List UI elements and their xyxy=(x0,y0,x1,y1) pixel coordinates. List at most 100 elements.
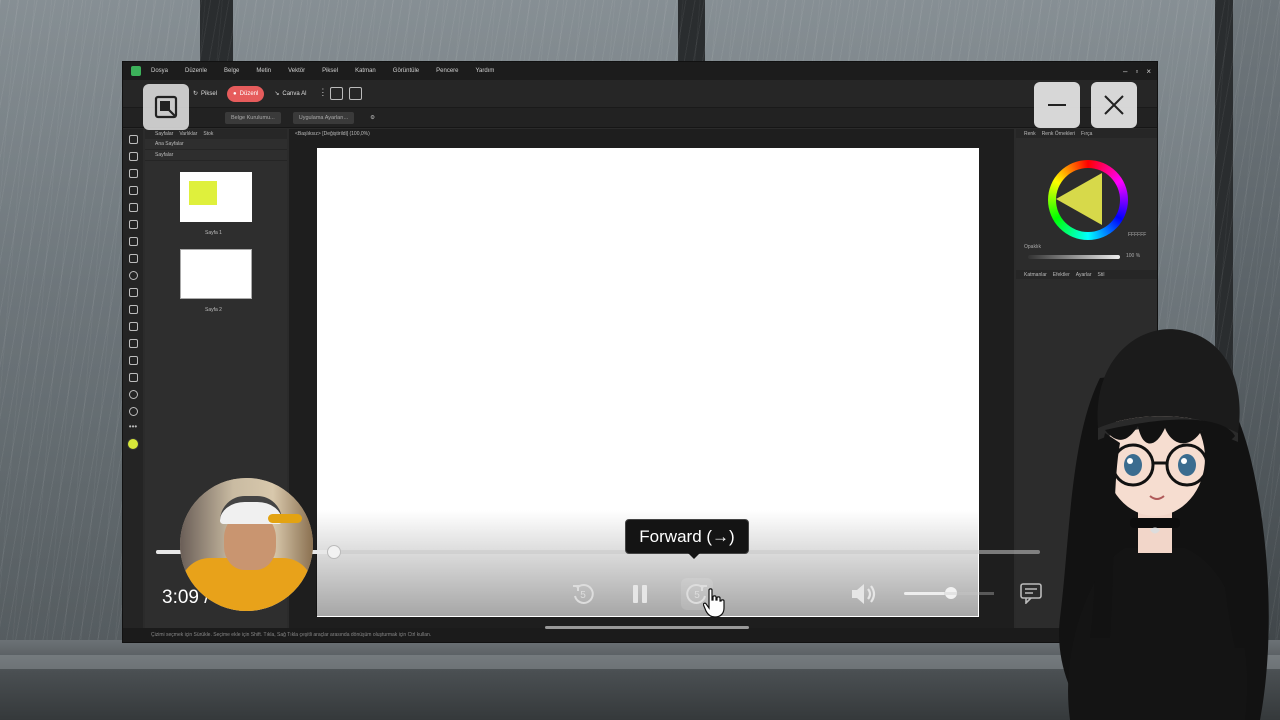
menu-item-layer[interactable]: Katman xyxy=(355,68,376,74)
mode-edit-button[interactable]: ● Düzenl xyxy=(227,85,265,102)
opacity-value[interactable]: 100 % xyxy=(1126,253,1140,259)
canvas-scroll-indicator xyxy=(545,626,749,629)
menu-item-window[interactable]: Pencere xyxy=(436,68,458,74)
gear-icon[interactable]: ⚙ xyxy=(370,115,375,121)
anime-avatar xyxy=(1059,329,1269,720)
pip-icon xyxy=(154,95,178,119)
color-panel-tabs: Renk Renk Örnekleri Fırça xyxy=(1016,129,1157,138)
layers-panel-tabs: Katmanlar Efektler Ayarlar Stil xyxy=(1016,270,1157,279)
crop-tool-icon[interactable] xyxy=(128,203,138,212)
mode-canvas-label: Canva Al xyxy=(282,90,307,97)
rewind-button[interactable]: 5 xyxy=(567,578,599,610)
volume-button[interactable] xyxy=(848,578,880,610)
pages-panel-tabs: Sayfalar Varlıklar Stok xyxy=(145,129,287,139)
webcam-bubble xyxy=(180,478,313,611)
menu-item-view[interactable]: Görüntüle xyxy=(393,68,419,74)
status-bar: Çizimi seçmek için Sürükle. Seçime ekle … xyxy=(123,628,1157,642)
close-player-button[interactable] xyxy=(1091,82,1137,128)
color-swatch-icon[interactable] xyxy=(127,438,139,450)
ellipse-frame-icon[interactable] xyxy=(128,271,138,280)
master-pages-row[interactable]: Ana Sayfalar xyxy=(145,139,287,150)
minimize-icon xyxy=(1048,104,1066,106)
app-logo-icon xyxy=(131,66,141,76)
menu-item-document[interactable]: Belge xyxy=(224,68,239,74)
mode-edit-label: Düzenl xyxy=(239,90,259,97)
rectangle-tool-icon[interactable] xyxy=(128,237,138,246)
forward-seconds: 5 xyxy=(694,590,700,601)
snap-icon[interactable] xyxy=(349,87,363,100)
mode-pixel-button[interactable]: ↻ Piksel xyxy=(187,86,223,102)
opacity-label: Opaklık xyxy=(1024,244,1041,250)
tab-brushes[interactable]: Fırça xyxy=(1081,131,1092,137)
rewind-seconds: 5 xyxy=(580,590,586,601)
main-toolbar: ↻ Piksel ● Düzenl ↘ Canva Al ⋮ xyxy=(123,80,1157,108)
page-thumbnail-1[interactable] xyxy=(180,172,252,222)
document-tab[interactable]: <Başlıksız> [Değiştirildi] (100,0%) xyxy=(289,129,1014,139)
close-icon[interactable]: × xyxy=(1146,67,1151,76)
picture-in-picture-button[interactable] xyxy=(143,84,189,130)
tab-layers[interactable]: Katmanlar xyxy=(1024,272,1047,278)
volume-slider-track[interactable] xyxy=(944,592,994,595)
artboard-tool-icon[interactable] xyxy=(128,305,138,314)
tab-stock[interactable]: Stok xyxy=(203,131,213,137)
fill-tool-icon[interactable] xyxy=(128,339,138,348)
refresh-icon: ↻ xyxy=(193,91,199,97)
menu-item-help[interactable]: Yardım xyxy=(476,68,495,74)
pause-button[interactable] xyxy=(624,578,656,610)
node-tool-icon[interactable] xyxy=(128,152,138,161)
minimize-player-button[interactable] xyxy=(1034,82,1080,128)
thumbnail-shape xyxy=(189,181,217,205)
picture-frame-icon[interactable] xyxy=(128,254,138,263)
minimize-icon[interactable]: – xyxy=(1123,67,1127,76)
seek-bar-thumb[interactable] xyxy=(326,545,341,559)
tab-adjustments[interactable]: Ayarlar xyxy=(1076,272,1092,278)
canvas-icon: ↘ xyxy=(274,91,280,97)
hand-cursor-icon xyxy=(703,588,725,618)
maximize-icon[interactable]: ▫ xyxy=(1135,67,1138,76)
tab-styles[interactable]: Stil xyxy=(1098,272,1105,278)
volume-icon xyxy=(852,584,876,604)
rewind-5-icon: 5 xyxy=(573,583,594,604)
mode-icon: ● xyxy=(233,90,237,97)
pen-tool-icon[interactable] xyxy=(128,220,138,229)
tab-assets[interactable]: Varlıklar xyxy=(179,131,197,137)
context-toolbar: Belge Kurulumu... Uygulama Ayarları... ⚙ xyxy=(123,108,1157,128)
tools-panel: ••• xyxy=(123,129,143,629)
tab-color[interactable]: Renk xyxy=(1024,131,1036,137)
menu-item-edit[interactable]: Düzenle xyxy=(185,68,207,74)
page-1-label: Sayfa 1 xyxy=(205,230,222,236)
move-tool-icon[interactable] xyxy=(128,135,138,144)
image-tool-icon[interactable] xyxy=(128,288,138,297)
tab-pages[interactable]: Sayfalar xyxy=(155,131,173,137)
webcam-cap-brim xyxy=(268,514,302,523)
text-tool-icon[interactable] xyxy=(128,169,138,178)
tab-effects[interactable]: Efektler xyxy=(1053,272,1070,278)
page-2-label: Sayfa 2 xyxy=(205,307,222,313)
document-setup-button[interactable]: Belge Kurulumu... xyxy=(225,111,281,124)
arrange-icon[interactable] xyxy=(330,87,344,100)
mode-canvas-button[interactable]: ↘ Canva Al xyxy=(268,86,312,102)
table-tool-icon[interactable] xyxy=(128,186,138,195)
page-thumbnail-2[interactable] xyxy=(180,249,252,299)
brush-tool-icon[interactable] xyxy=(128,356,138,365)
more-tools-icon[interactable]: ••• xyxy=(129,423,137,431)
pages-row[interactable]: Sayfalar xyxy=(145,150,287,161)
hand-tool-icon[interactable] xyxy=(128,390,138,399)
eyedropper-tool-icon[interactable] xyxy=(128,373,138,382)
hex-value[interactable]: FFFFFF xyxy=(1128,232,1146,238)
transparency-tool-icon[interactable] xyxy=(128,322,138,331)
pause-icon xyxy=(633,585,647,603)
app-window-controls: – ▫ × xyxy=(1123,67,1151,76)
mode-pixel-label: Piksel xyxy=(201,90,218,97)
menu-item-vector[interactable]: Vektör xyxy=(288,68,305,74)
color-triangle[interactable] xyxy=(1056,173,1102,225)
forward-tooltip: Forward (→) xyxy=(625,519,749,554)
menu-item-pixel[interactable]: Piksel xyxy=(322,68,338,74)
menu-item-file[interactable]: Dosya xyxy=(151,68,168,74)
tab-swatches[interactable]: Renk Örnekleri xyxy=(1042,131,1075,137)
zoom-tool-icon[interactable] xyxy=(128,407,138,416)
more-icon[interactable]: ⋮ xyxy=(318,87,327,100)
app-settings-button[interactable]: Uygulama Ayarları... xyxy=(292,111,355,124)
opacity-slider[interactable] xyxy=(1028,255,1120,259)
menu-item-text[interactable]: Metin xyxy=(256,68,271,74)
